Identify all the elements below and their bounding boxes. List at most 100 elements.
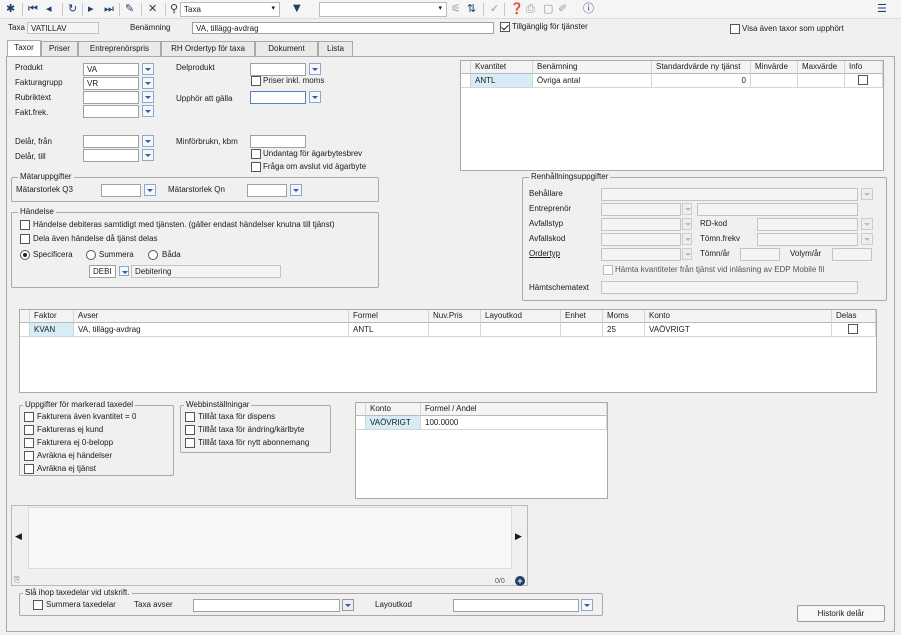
rubriktext-field[interactable] bbox=[83, 91, 139, 104]
refresh-icon[interactable]: ↻ bbox=[68, 2, 77, 16]
fakturagrupp-field[interactable]: VR bbox=[83, 77, 139, 90]
tillganglig-checkbox[interactable] bbox=[500, 22, 510, 32]
settings-menu-icon[interactable]: ☰ bbox=[877, 2, 887, 16]
kar-byte-checkbox[interactable] bbox=[185, 425, 195, 435]
filter-icon[interactable]: ▼ bbox=[293, 2, 301, 16]
clear-filter-icon[interactable]: ⚟ bbox=[451, 2, 461, 16]
row-selector[interactable] bbox=[356, 416, 366, 430]
column-header-avser[interactable]: Avser bbox=[74, 310, 349, 323]
column-header-moms[interactable]: Moms bbox=[603, 310, 645, 323]
dispens-checkbox[interactable] bbox=[185, 412, 195, 422]
layoutkod-dropdown-arrow[interactable] bbox=[581, 599, 593, 611]
search-dropdown[interactable]: Taxa ▾ bbox=[180, 2, 280, 17]
new-record-icon[interactable]: ✎ bbox=[125, 2, 134, 16]
home-icon[interactable]: ✱ bbox=[6, 2, 15, 16]
delar-till-field[interactable] bbox=[83, 149, 139, 162]
upphor-dropdown-arrow[interactable] bbox=[309, 91, 321, 103]
kvantitet-cell[interactable]: ANTL bbox=[471, 74, 533, 88]
spellcheck-icon[interactable]: ✓ bbox=[490, 2, 499, 16]
column-header-layoutkod[interactable]: Layoutkod bbox=[481, 310, 561, 323]
nytt-abonnemang-checkbox[interactable] bbox=[185, 438, 195, 448]
column-header-minvarde[interactable]: Minvärde bbox=[751, 61, 798, 74]
maxvarde-cell[interactable] bbox=[798, 74, 845, 88]
column-header-formel[interactable]: Formel bbox=[349, 310, 429, 323]
produkt-dropdown-arrow[interactable] bbox=[142, 63, 154, 75]
delete-icon[interactable]: ✕ bbox=[148, 2, 157, 16]
row-selector[interactable] bbox=[20, 323, 30, 337]
faktfrek-dropdown-arrow[interactable] bbox=[142, 105, 154, 117]
specificera-radio[interactable] bbox=[20, 250, 30, 260]
layoutkod-field[interactable] bbox=[453, 599, 579, 612]
search-icon[interactable]: ⚲ bbox=[170, 2, 178, 16]
tab-lista[interactable]: Lista bbox=[318, 41, 353, 56]
column-header-konto[interactable]: Konto bbox=[366, 403, 421, 416]
avrakna-ej-tjanst-checkbox[interactable] bbox=[24, 464, 34, 474]
q3-field[interactable] bbox=[101, 184, 141, 197]
dela-handelse-checkbox[interactable] bbox=[20, 234, 30, 244]
column-header-delas[interactable]: Delas bbox=[832, 310, 876, 323]
delprodukt-dropdown-arrow[interactable] bbox=[309, 63, 321, 75]
info-icon[interactable]: ⓘ bbox=[583, 2, 594, 16]
formel-andel-cell[interactable]: 100.0000 bbox=[421, 416, 607, 430]
fakturera-kvantitet-checkbox[interactable] bbox=[24, 412, 34, 422]
standardvarde-cell[interactable]: 0 bbox=[652, 74, 751, 88]
benamning-field[interactable]: VA, tillägg-avdrag bbox=[192, 22, 494, 34]
benamning-cell[interactable]: Övriga antal bbox=[533, 74, 652, 88]
q3-dropdown-arrow[interactable] bbox=[144, 184, 156, 196]
bada-radio[interactable] bbox=[148, 250, 158, 260]
minforbrukn-field[interactable] bbox=[250, 135, 306, 148]
historik-delar-button[interactable]: Historik delår bbox=[797, 605, 885, 622]
minvarde-cell[interactable] bbox=[751, 74, 798, 88]
tab-dokument[interactable]: Dokument bbox=[255, 41, 318, 56]
undantag-checkbox[interactable] bbox=[251, 149, 261, 159]
row-selector[interactable] bbox=[461, 74, 471, 88]
layoutkod-cell[interactable] bbox=[481, 323, 561, 337]
delar-fran-field[interactable] bbox=[83, 135, 139, 148]
column-header-kvantitet[interactable]: Kvantitet bbox=[471, 61, 533, 74]
next-record-icon[interactable]: ▸ bbox=[88, 2, 94, 16]
scroll-right-icon[interactable]: ▶ bbox=[515, 531, 522, 541]
ordertyp-link[interactable]: Ordertyp bbox=[529, 249, 560, 259]
tab-priser[interactable]: Priser bbox=[41, 41, 78, 56]
delar-till-dropdown-arrow[interactable] bbox=[142, 149, 154, 161]
nuvpris-cell[interactable] bbox=[429, 323, 481, 337]
attach-icon[interactable]: ⎘ bbox=[14, 575, 20, 585]
scroll-left-icon[interactable]: ◀ bbox=[15, 531, 22, 541]
qn-dropdown-arrow[interactable] bbox=[290, 184, 302, 196]
column-header-formel-andel[interactable]: Formel / Andel bbox=[421, 403, 607, 416]
handelse-code-dropdown-arrow[interactable] bbox=[119, 266, 129, 276]
document-viewer[interactable] bbox=[28, 507, 512, 569]
column-header-maxvarde[interactable]: Maxvärde bbox=[798, 61, 845, 74]
info-checkbox[interactable] bbox=[858, 75, 868, 85]
filter-dropdown[interactable]: ▾ bbox=[319, 2, 447, 17]
tab-rh-ordertyp[interactable]: RH Ordertyp för taxa bbox=[161, 41, 255, 56]
preview-icon[interactable]: ▢ bbox=[543, 2, 553, 16]
faktfrek-field[interactable] bbox=[83, 105, 139, 118]
fakturera-ej-0-checkbox[interactable] bbox=[24, 438, 34, 448]
last-record-icon[interactable]: ⏭ bbox=[104, 2, 114, 16]
taxa-field[interactable]: VATILLAV bbox=[27, 22, 99, 34]
summera-radio[interactable] bbox=[86, 250, 96, 260]
print-icon[interactable]: ⎙ bbox=[526, 2, 535, 16]
visa-upphort-checkbox[interactable] bbox=[730, 24, 740, 34]
sort-icon[interactable]: ⇅ bbox=[467, 2, 476, 16]
konto-cell[interactable]: VAÖVRIGT bbox=[366, 416, 421, 430]
delar-fran-dropdown-arrow[interactable] bbox=[142, 135, 154, 147]
avrakna-ej-handelser-checkbox[interactable] bbox=[24, 451, 34, 461]
column-header-benamning[interactable]: Benämning bbox=[533, 61, 652, 74]
column-header-nuvpris[interactable]: Nuv.Pris bbox=[429, 310, 481, 323]
tab-entreprenorspris[interactable]: Entreprenörspris bbox=[78, 41, 161, 56]
delas-checkbox[interactable] bbox=[848, 324, 858, 334]
help-icon[interactable]: ❓ bbox=[510, 2, 524, 16]
formel-cell[interactable]: ANTL bbox=[349, 323, 429, 337]
rubriktext-dropdown-arrow[interactable] bbox=[142, 91, 154, 103]
fraga-avslut-checkbox[interactable] bbox=[251, 162, 261, 172]
column-header-info[interactable]: Info bbox=[845, 61, 883, 74]
previous-record-icon[interactable]: ◂ bbox=[46, 2, 52, 16]
fakturagrupp-dropdown-arrow[interactable] bbox=[142, 77, 154, 89]
upphor-date-field[interactable] bbox=[250, 91, 306, 104]
handelse-debiteras-checkbox[interactable] bbox=[20, 220, 30, 230]
column-header-konto[interactable]: Konto bbox=[645, 310, 832, 323]
avser-cell[interactable]: VA, tillägg-avdrag bbox=[74, 323, 349, 337]
first-record-icon[interactable]: ⏮ bbox=[28, 2, 38, 16]
